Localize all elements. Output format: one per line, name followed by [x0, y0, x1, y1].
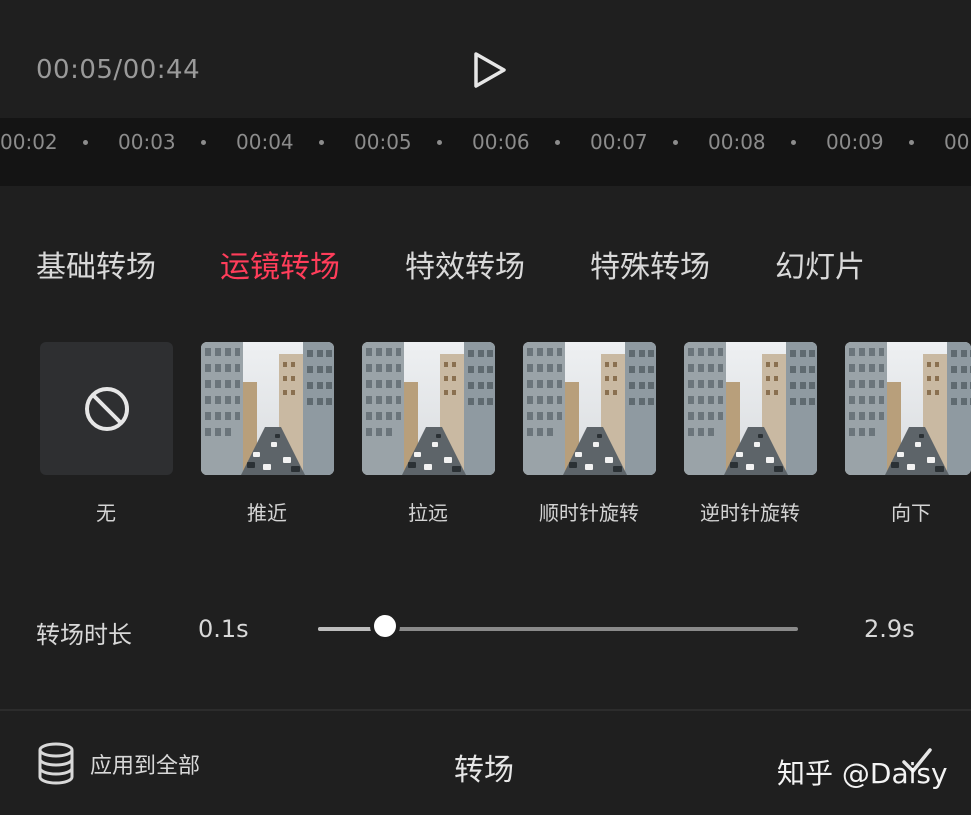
transition-thumb-push-in[interactable]	[201, 342, 334, 475]
timeline-tick-dot	[791, 140, 796, 145]
city-street-thumbnail	[523, 342, 656, 475]
duration-label: 转场时长	[36, 621, 132, 649]
apply-to-all-label: 应用到全部	[90, 754, 201, 779]
timeline-tick-label: 00:1	[944, 130, 971, 154]
tab-slideshow[interactable]: 幻灯片	[775, 242, 865, 286]
transition-thumb-rotate-ccw[interactable]	[684, 342, 817, 475]
timeline-tick-dot	[201, 140, 206, 145]
timeline-tick-label: 00:07	[590, 130, 648, 154]
transition-thumb-pull-out[interactable]	[362, 342, 495, 475]
divider	[0, 709, 971, 711]
transition-label: 拉远	[408, 501, 448, 525]
timeline-tick-label: 00:04	[236, 130, 294, 154]
tab-basic-transition[interactable]: 基础转场	[36, 242, 156, 286]
time-display: 00:05/00:44	[36, 55, 201, 85]
timeline-tick-dot	[437, 140, 442, 145]
play-icon[interactable]	[468, 48, 512, 92]
city-street-thumbnail	[201, 342, 334, 475]
tab-special-transition[interactable]: 特殊转场	[590, 242, 710, 286]
layers-icon	[38, 742, 74, 785]
city-street-thumbnail	[684, 342, 817, 475]
timeline-tick-dot	[319, 140, 324, 145]
timeline-tick-dot	[909, 140, 914, 145]
transition-label: 顺时针旋转	[539, 501, 639, 525]
forbidden-icon	[84, 386, 129, 431]
timeline-tick-dot	[83, 140, 88, 145]
city-street-thumbnail	[845, 342, 971, 475]
duration-slider-handle[interactable]	[370, 611, 401, 641]
transition-thumb-rotate-cw[interactable]	[523, 342, 656, 475]
tab-camera-transition[interactable]: 运镜转场	[220, 242, 340, 286]
timeline-tick-label: 00:06	[472, 130, 530, 154]
transition-none[interactable]	[40, 342, 173, 475]
timeline-tick-dot	[673, 140, 678, 145]
timeline-tick-label: 00:03	[118, 130, 176, 154]
duration-min-value: 0.1s	[198, 615, 249, 643]
timeline-tick-label: 00:02	[0, 130, 58, 154]
timeline-tick-label: 00:09	[826, 130, 884, 154]
apply-to-all-button[interactable]: 应用到全部	[36, 740, 200, 788]
timeline-tick-label: 00:08	[708, 130, 766, 154]
transition-label: 无	[96, 501, 116, 525]
watermark: 知乎 @Daisy	[777, 757, 948, 790]
timeline-tick-dot	[555, 140, 560, 145]
duration-max-value: 2.9s	[864, 615, 915, 643]
timeline-tick-label: 00:05	[354, 130, 412, 154]
transition-label: 逆时针旋转	[700, 501, 800, 525]
transition-label: 向下	[891, 501, 931, 525]
timeline-ruler[interactable]: 00:02 00:03 00:04 00:05 00:06 00:07 00:0…	[0, 118, 971, 186]
transition-thumb-down[interactable]	[845, 342, 971, 475]
city-street-thumbnail	[362, 342, 495, 475]
transition-label: 推近	[247, 501, 287, 525]
panel-title: 转场	[454, 753, 514, 788]
tab-effect-transition[interactable]: 特效转场	[405, 242, 525, 286]
